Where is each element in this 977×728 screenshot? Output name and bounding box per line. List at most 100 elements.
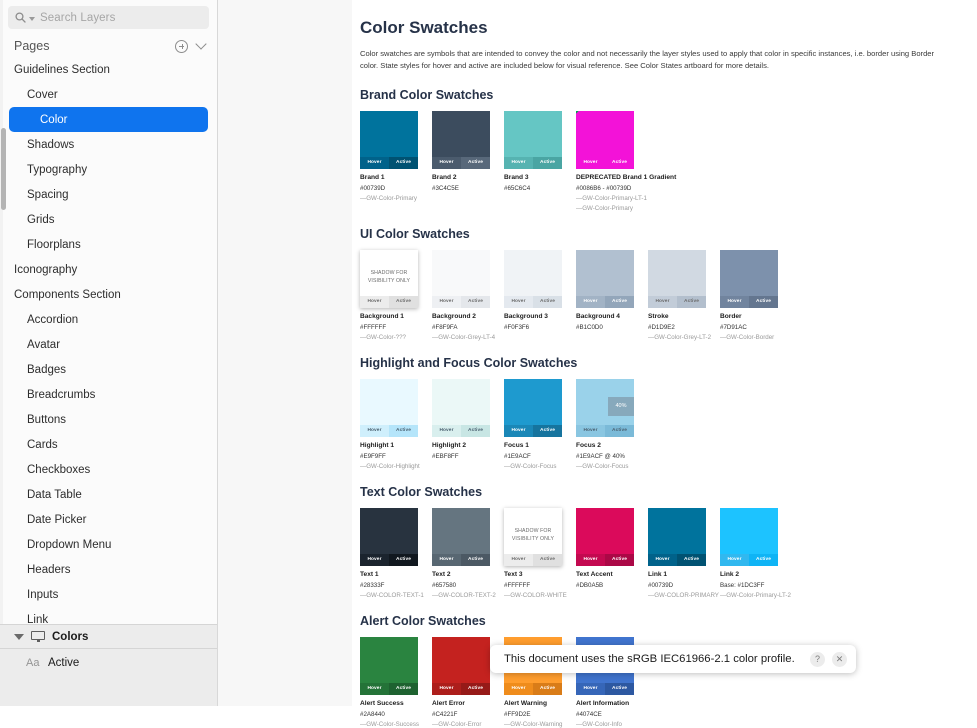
swatch-chip[interactable]: Hover Active (432, 249, 490, 308)
state-bar: Hover Active (576, 682, 634, 695)
swatch-token: —GW-Color-Border (720, 333, 775, 341)
state-bar: Hover Active (360, 682, 418, 695)
sidebar-item-inputs[interactable]: Inputs (0, 582, 217, 607)
swatch-alert-success[interactable]: Hover Active Alert Success #2A8440 —GW-Color… (360, 636, 432, 728)
sidebar-item-data-table[interactable]: Data Table (0, 482, 217, 507)
swatch-chip[interactable]: Hover Active (360, 507, 418, 566)
swatch-text-1[interactable]: Hover Active Text 1 #28333F —GW-COLOR-TEXT-1 (360, 507, 432, 599)
swatch-chip[interactable]: Hover Active (360, 378, 418, 437)
section-title: Text Color Swatches (360, 484, 483, 499)
swatch-deprecated-brand-1-gradient[interactable]: Hover Active DEPRECATED Brand 1 Gradient #0… (576, 110, 726, 212)
swatch-chip[interactable]: Hover Active (576, 249, 634, 308)
swatch-brand-3[interactable]: Hover Active Brand 3 #65C6C4 (504, 110, 576, 212)
color-profile-toast[interactable]: This document uses the sRGB IEC61966-2.1… (490, 645, 856, 673)
section-title: Brand Color Swatches (360, 87, 494, 102)
help-button[interactable]: ? (810, 651, 825, 667)
swatch-chip[interactable]: Hover Active (360, 110, 418, 169)
active-state-label: Active (605, 553, 634, 566)
swatch-name: Focus 1 (504, 441, 529, 449)
swatch-hex: #4074CE (576, 710, 602, 718)
swatch-background-1[interactable]: SHADOW FOR VISIBILITY ONLY Hover Active Back… (360, 249, 432, 341)
active-state-label: Active (605, 156, 634, 169)
sidebar-item-cover[interactable]: Cover (0, 82, 217, 107)
sidebar-item-guidelines-section[interactable]: Guidelines Section (0, 57, 217, 82)
swatch-chip[interactable]: SHADOW FOR VISIBILITY ONLY Hover Active (360, 249, 418, 308)
swatch-row: Hover Active Brand 1 #00739D —GW-Color-Prima… (360, 110, 977, 212)
triangle-down-icon[interactable] (14, 633, 24, 640)
sidebar-item-avatar[interactable]: Avatar (0, 332, 217, 357)
sidebar-item-badges[interactable]: Badges (0, 357, 217, 382)
swatch-link-2[interactable]: Hover Active Link 2 Base: #1DC3FF —GW-Color-… (720, 507, 792, 599)
search-icon (15, 12, 26, 23)
swatch-chip[interactable]: 40% Hover Active (576, 378, 634, 437)
chevron-down-icon[interactable] (195, 38, 207, 50)
swatch-chip[interactable]: Hover Active (720, 507, 778, 566)
plus-circle-icon[interactable] (175, 39, 188, 53)
canvas[interactable]: Color Swatches Color swatches are symbol… (218, 0, 977, 728)
sidebar-item-headers[interactable]: Headers (0, 557, 217, 582)
sidebar-item-breadcrumbs[interactable]: Breadcrumbs (0, 382, 217, 407)
sidebar-item-buttons[interactable]: Buttons (0, 407, 217, 432)
search-input[interactable]: Search Layers (8, 6, 209, 29)
swatch-stroke[interactable]: Hover Active Stroke #D1D9E2 —GW-Color-Grey-L… (648, 249, 720, 341)
artboard-icon (31, 631, 45, 642)
swatch-background-4[interactable]: Hover Active Background 4 #B1C0D0 (576, 249, 648, 341)
layer-group-header-colors[interactable]: Colors (0, 624, 217, 649)
artboard-colors[interactable]: Color Swatches Color swatches are symbol… (352, 0, 977, 728)
swatch-chip[interactable]: Hover Active (504, 249, 562, 308)
swatch-chip[interactable]: Hover Active (432, 110, 490, 169)
active-state-label: Active (389, 424, 418, 437)
swatch-focus-2[interactable]: 40% Hover Active Focus 2 #1E9ACF @ 40% —GW-Co… (576, 378, 648, 470)
sidebar-item-accordion[interactable]: Accordion (0, 307, 217, 332)
swatch-border[interactable]: Hover Active Border #7D91AC —GW-Color-Border (720, 249, 792, 341)
swatch-chip[interactable]: Hover Active (648, 249, 706, 308)
swatch-name: Link 2 (720, 570, 740, 578)
swatch-chip[interactable]: Hover Active (432, 507, 490, 566)
swatch-text-3[interactable]: SHADOW FOR VISIBILITY ONLY Hover Active Text… (504, 507, 576, 599)
swatch-chip[interactable]: Hover Active (648, 507, 706, 566)
sidebar-item-typography[interactable]: Typography (0, 157, 217, 182)
swatch-focus-1[interactable]: Hover Active Focus 1 #1E9ACF —GW-Color-Focus (504, 378, 576, 470)
hover-state-label: Hover (360, 295, 389, 308)
swatch-section: Brand Color Swatches Hover Active Brand 1 #0… (360, 88, 977, 212)
swatch-chip[interactable]: SHADOW FOR VISIBILITY ONLY Hover Active (504, 507, 562, 566)
sidebar-item-date-picker[interactable]: Date Picker (0, 507, 217, 532)
swatch-section: Highlight and Focus Color Swatches Hover A… (360, 356, 977, 470)
sidebar-item-shadows[interactable]: Shadows (0, 132, 217, 157)
sidebar-item-label: Typography (27, 163, 88, 176)
sidebar-item-iconography[interactable]: Iconography (0, 257, 217, 282)
swatch-background-3[interactable]: Hover Active Background 3 #F0F3F6 (504, 249, 576, 341)
state-bar: Hover Active (360, 295, 418, 308)
search-scope-caret-icon[interactable] (29, 17, 35, 21)
sidebar-item-floorplans[interactable]: Floorplans (0, 232, 217, 257)
swatch-chip[interactable]: Hover Active (576, 507, 634, 566)
active-state-label: Active (461, 682, 490, 695)
swatch-chip[interactable]: Hover Active (360, 636, 418, 695)
sidebar-item-components-section[interactable]: Components Section (0, 282, 217, 307)
swatch-chip[interactable]: Hover Active (504, 110, 562, 169)
swatch-chip[interactable]: Hover Active (720, 249, 778, 308)
swatch-background-2[interactable]: Hover Active Background 2 #F8F9FA —GW-Color-… (432, 249, 504, 341)
swatch-highlight-2[interactable]: Hover Active Highlight 2 #EBF8FF (432, 378, 504, 470)
sidebar-scrollbar[interactable] (1, 128, 6, 210)
close-icon[interactable]: ✕ (832, 651, 847, 667)
sidebar-item-checkboxes[interactable]: Checkboxes (0, 457, 217, 482)
swatch-brand-1[interactable]: Hover Active Brand 1 #00739D —GW-Color-Prima… (360, 110, 432, 212)
sidebar-item-cards[interactable]: Cards (0, 432, 217, 457)
sidebar-item-dropdown-menu[interactable]: Dropdown Menu (0, 532, 217, 557)
swatch-chip[interactable]: Hover Active (432, 636, 490, 695)
swatch-highlight-1[interactable]: Hover Active Highlight 1 #E9F9FF —GW-Color-H… (360, 378, 432, 470)
hover-state-label: Hover (432, 682, 461, 695)
swatch-text-2[interactable]: Hover Active Text 2 #657580 —GW-COLOR-TEXT-2 (432, 507, 504, 599)
sidebar-item-grids[interactable]: Grids (0, 207, 217, 232)
sidebar-item-color[interactable]: Color (9, 107, 208, 132)
swatch-chip[interactable]: Hover Active (504, 378, 562, 437)
swatch-text-accent[interactable]: Hover Active Text Accent #DB0A5B (576, 507, 648, 599)
swatch-chip[interactable]: Hover Active (576, 110, 634, 169)
sidebar-item-spacing[interactable]: Spacing (0, 182, 217, 207)
swatch-brand-2[interactable]: Hover Active Brand 2 #3C4C5E (432, 110, 504, 212)
swatch-link-1[interactable]: Hover Active Link 1 #00739D —GW-COLOR-PRIMAR… (648, 507, 720, 599)
layer-row[interactable]: Aa Active (0, 649, 217, 677)
swatch-chip[interactable]: Hover Active (432, 378, 490, 437)
swatch-token: —GW-Color-Primary (576, 204, 633, 212)
